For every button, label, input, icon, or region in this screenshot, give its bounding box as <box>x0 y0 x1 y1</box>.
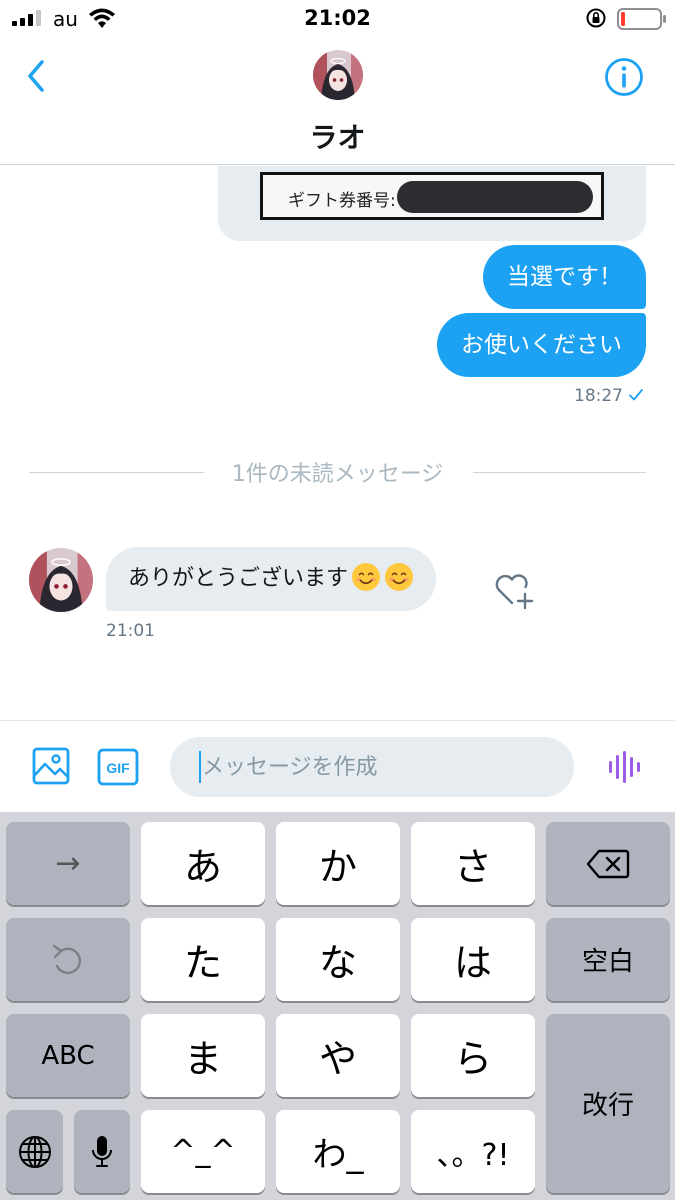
key-label: た <box>183 941 222 985</box>
conversation-title: ラオ <box>309 121 366 154</box>
key-ka[interactable]: か <box>276 822 400 905</box>
message-input-container[interactable] <box>170 737 574 797</box>
info-icon[interactable] <box>604 57 644 97</box>
key-label: あ <box>183 845 222 889</box>
key-na[interactable]: な <box>276 918 400 1001</box>
key-label: 空白 <box>581 947 634 977</box>
key-wa[interactable]: わ_ <box>276 1110 400 1193</box>
key-label: な <box>318 941 357 985</box>
delete-icon <box>586 849 630 878</box>
globe-icon <box>18 1135 51 1168</box>
key-label: わ_ <box>312 1135 364 1175</box>
key-label: ABC <box>41 1040 95 1071</box>
key-label: ^_^ <box>170 1134 236 1169</box>
smiling-face-icon <box>385 563 414 591</box>
redaction-bar <box>397 181 593 213</box>
text-caret <box>199 751 201 783</box>
key-kaomoji[interactable]: ^_^ <box>141 1110 265 1193</box>
undo-icon <box>52 944 81 974</box>
conversation-header: ラオ <box>0 38 675 165</box>
dictation-key[interactable] <box>74 1110 130 1193</box>
return-key[interactable]: 改行 <box>546 1014 670 1193</box>
message-composer: GIF <box>0 720 675 812</box>
image-message[interactable]: ギフト券番号: <box>218 166 646 241</box>
received-message-text: ありがとうございます <box>128 566 349 591</box>
image-icon[interactable] <box>31 746 71 786</box>
gif-button[interactable]: GIF <box>97 748 139 786</box>
message-timestamp: 21:01 <box>106 621 155 641</box>
key-ra[interactable]: ら <box>411 1014 535 1097</box>
key-label: 、。?! <box>436 1137 510 1173</box>
arrow-right-label: → <box>55 846 81 881</box>
message-thread[interactable]: ギフト券番号: 当選です！ お使いください 18:27 1件の未読メッセージ あ… <box>0 166 675 720</box>
received-message[interactable]: ありがとうございます <box>106 547 437 611</box>
key-label: か <box>318 845 357 889</box>
undo-key[interactable] <box>6 918 130 1001</box>
key-label: 改行 <box>581 1091 634 1121</box>
message-timestamp: 18:27 <box>574 386 623 406</box>
chevron-left-icon[interactable] <box>18 56 54 96</box>
key-ha[interactable]: は <box>411 918 535 1001</box>
status-bar: au 21:02 <box>0 0 675 38</box>
next-candidate-key[interactable]: → <box>6 822 130 905</box>
heart-plus-icon[interactable] <box>492 570 536 610</box>
globe-key[interactable] <box>6 1110 63 1193</box>
key-ya[interactable]: や <box>276 1014 400 1097</box>
key-ma[interactable]: ま <box>141 1014 265 1097</box>
key-label: や <box>318 1037 357 1081</box>
battery-icon <box>617 8 666 30</box>
avatar[interactable] <box>313 50 363 100</box>
japanese-keyboard: → あ か さ た な は 空白 ABC ま や ら 改行 ^_^ わ_ 、。?… <box>0 812 675 1200</box>
sent-message[interactable]: 当選です！ <box>483 245 646 309</box>
rotation-lock-icon <box>586 8 606 28</box>
gift-code-box: ギフト券番号: <box>260 172 604 220</box>
key-ta[interactable]: た <box>141 918 265 1001</box>
gif-icon: GIF <box>97 748 139 786</box>
message-input[interactable] <box>202 737 562 797</box>
key-label: ら <box>453 1037 492 1081</box>
gift-code-label: ギフト券番号: <box>288 191 396 211</box>
key-sa[interactable]: さ <box>411 822 535 905</box>
divider <box>473 472 646 473</box>
gif-label: GIF <box>106 760 130 776</box>
status-time: 21:02 <box>304 6 371 30</box>
smiling-face-icon <box>352 563 381 591</box>
space-key[interactable]: 空白 <box>546 918 670 1001</box>
voice-message-icon[interactable] <box>606 751 642 783</box>
key-a[interactable]: あ <box>141 822 265 905</box>
microphone-icon <box>92 1135 112 1167</box>
key-label: は <box>453 941 492 985</box>
abc-key[interactable]: ABC <box>6 1014 130 1097</box>
key-punctuation[interactable]: 、。?! <box>411 1110 535 1193</box>
delete-key[interactable] <box>546 822 670 905</box>
key-label: ま <box>183 1037 222 1081</box>
read-check-icon <box>629 389 643 401</box>
key-label: さ <box>453 845 492 889</box>
avatar[interactable] <box>29 548 93 612</box>
sent-message[interactable]: お使いください <box>437 313 646 377</box>
